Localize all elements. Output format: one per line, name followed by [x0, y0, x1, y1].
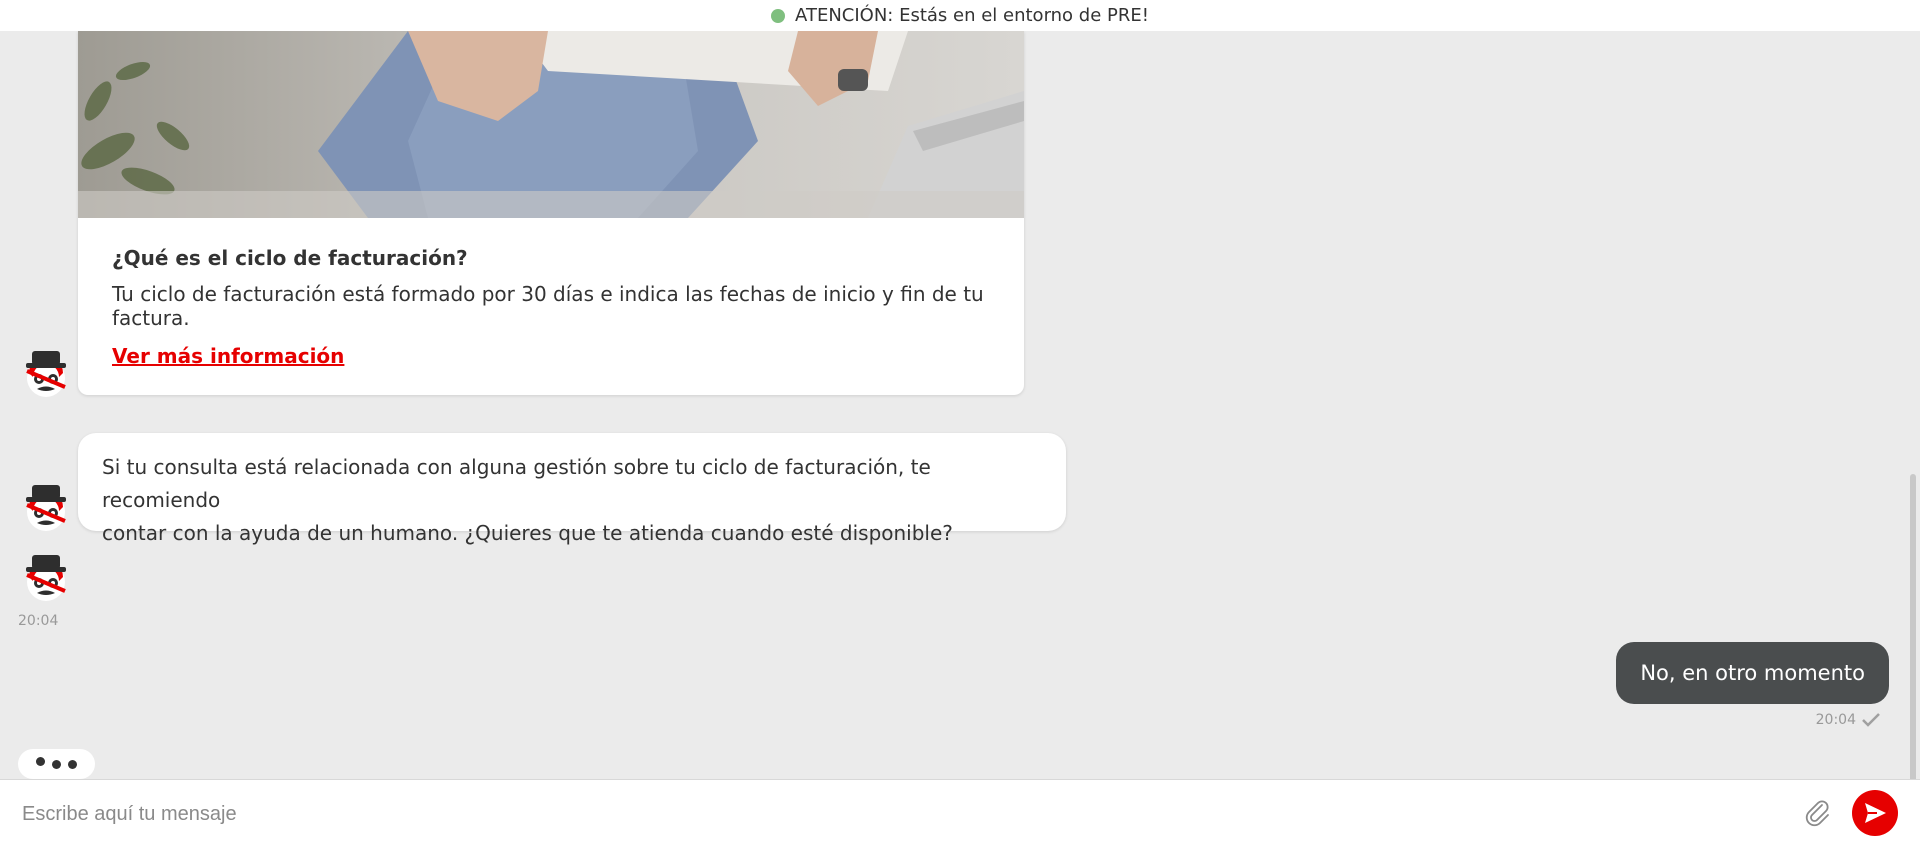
bot-message-time: 20:04 — [18, 613, 59, 629]
bot-message-line2: contar con la ayuda de un humano. ¿Quier… — [102, 521, 953, 545]
bot-avatar-icon — [21, 483, 71, 533]
bot-avatar-icon — [21, 553, 71, 603]
chat-scrollbar[interactable] — [1910, 474, 1916, 779]
bot-message: Si tu consulta está relacionada con algu… — [78, 433, 1066, 545]
checkmark-icon — [1862, 713, 1880, 727]
info-card: ¿Qué es el ciclo de facturación? Tu cicl… — [78, 31, 1024, 395]
send-button[interactable] — [1852, 790, 1898, 836]
user-message-text: No, en otro momento — [1640, 661, 1865, 685]
typing-dot — [36, 756, 45, 766]
message-composer — [0, 779, 1920, 847]
card-description: Tu ciclo de facturación está formado por… — [112, 282, 984, 330]
paperclip-icon[interactable] — [1804, 799, 1832, 827]
environment-banner-text: ATENCIÓN: Estás en el entorno de PRE! — [795, 5, 1149, 26]
typing-dot — [52, 759, 61, 769]
user-message-meta: 20:04 — [1816, 712, 1880, 728]
user-message: No, en otro momento — [1616, 642, 1889, 704]
bot-avatar-icon — [21, 349, 71, 399]
typing-dot — [68, 759, 77, 769]
card-image — [78, 31, 1024, 218]
message-input[interactable] — [20, 794, 1784, 834]
chat-history[interactable]: ¿Qué es el ciclo de facturación? Tu cicl… — [0, 31, 1920, 779]
user-message-time: 20:04 — [1815, 712, 1856, 728]
send-icon — [1865, 803, 1886, 823]
card-title: ¿Qué es el ciclo de facturación? — [112, 246, 468, 270]
environment-banner: ATENCIÓN: Estás en el entorno de PRE! — [0, 0, 1920, 31]
person-reading-bill-photo — [78, 31, 1024, 218]
status-dot-icon — [771, 8, 786, 23]
more-info-link[interactable]: Ver más información — [112, 344, 344, 368]
typing-indicator — [18, 749, 95, 779]
bot-message-line1: Si tu consulta está relacionada con algu… — [102, 455, 931, 512]
